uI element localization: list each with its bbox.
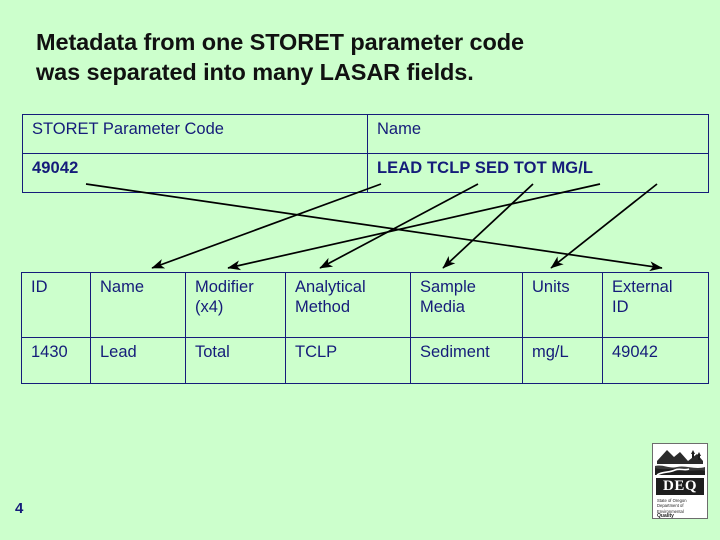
arrow-tot-to-modifier: [227, 183, 601, 271]
page-title-line-2: was separated into many LASAR fields.: [36, 59, 474, 86]
lasar-value-name: Lead: [90, 337, 186, 384]
deq-tagline-line-4: Quality: [657, 513, 674, 519]
table-row: 1430 Lead Total TCLP Sediment mg/L 49042: [21, 337, 709, 384]
table-row: 49042 LEAD TCLP SED TOT MG/L: [22, 153, 709, 193]
lasar-header-modifier-line-1: Modifier: [195, 278, 254, 296]
page-title-line-1: Metadata from one STORET parameter code: [36, 29, 524, 55]
lasar-value-external-id: 49042: [602, 337, 709, 384]
lasar-fields-table: ID Name Modifier (x4) Analytical Method …: [21, 272, 709, 384]
lasar-header-analytical-method: Analytical Method: [285, 272, 411, 338]
table-row: ID Name Modifier (x4) Analytical Method …: [21, 272, 709, 338]
lasar-header-sample-media: Sample Media: [410, 272, 523, 338]
lasar-header-sample-line-1: Sample: [420, 278, 476, 296]
deq-logo: DEQ State of Oregon Department of Enviro…: [652, 443, 708, 519]
storet-header-code: STORET Parameter Code: [22, 114, 368, 154]
storet-value-code: 49042: [22, 153, 368, 193]
storet-parameter-code-table: STORET Parameter Code Name 49042 LEAD TC…: [22, 114, 709, 193]
deq-wordmark: DEQ: [656, 478, 704, 495]
arrow-code-to-external-id: [85, 183, 663, 272]
slide-canvas: Metadata from one STORET parameter code …: [0, 0, 720, 540]
lasar-value-id: 1430: [21, 337, 91, 384]
lasar-header-name: Name: [90, 272, 186, 338]
lasar-header-sample-line-2: Media: [420, 298, 465, 317]
arrow-sed-to-sample-media: [442, 183, 534, 269]
arrow-mgl-to-units: [550, 183, 658, 269]
storet-value-name: LEAD TCLP SED TOT MG/L: [367, 153, 709, 193]
lasar-value-units: mg/L: [522, 337, 603, 384]
page-title: Metadata from one STORET parameter code …: [36, 27, 684, 87]
lasar-value-analytical-method: TCLP: [285, 337, 411, 384]
lasar-header-analytical-line-2: Method: [295, 298, 351, 317]
lasar-header-external-line-2: ID: [612, 298, 629, 317]
lasar-header-external-id: External ID: [602, 272, 709, 338]
lasar-header-modifier-line-2: (x4): [195, 298, 224, 317]
lasar-value-modifier: Total: [185, 337, 286, 384]
lasar-value-sample-media: Sediment: [410, 337, 523, 384]
table-row: STORET Parameter Code Name: [22, 114, 709, 154]
deq-tagline: State of Oregon Department of Environmen…: [653, 496, 707, 519]
page-number: 4: [15, 500, 24, 517]
lasar-header-external-line-1: External: [612, 278, 673, 296]
arrow-lead-to-name: [151, 183, 382, 269]
storet-header-name: Name: [367, 114, 709, 154]
lasar-header-modifier: Modifier (x4): [185, 272, 286, 338]
lasar-header-id: ID: [21, 272, 91, 338]
arrow-tclp-to-analytical-method: [319, 183, 479, 269]
lasar-header-analytical-line-1: Analytical: [295, 278, 366, 296]
lasar-header-units: Units: [522, 272, 603, 338]
oregon-landscape-icon: [653, 444, 707, 477]
